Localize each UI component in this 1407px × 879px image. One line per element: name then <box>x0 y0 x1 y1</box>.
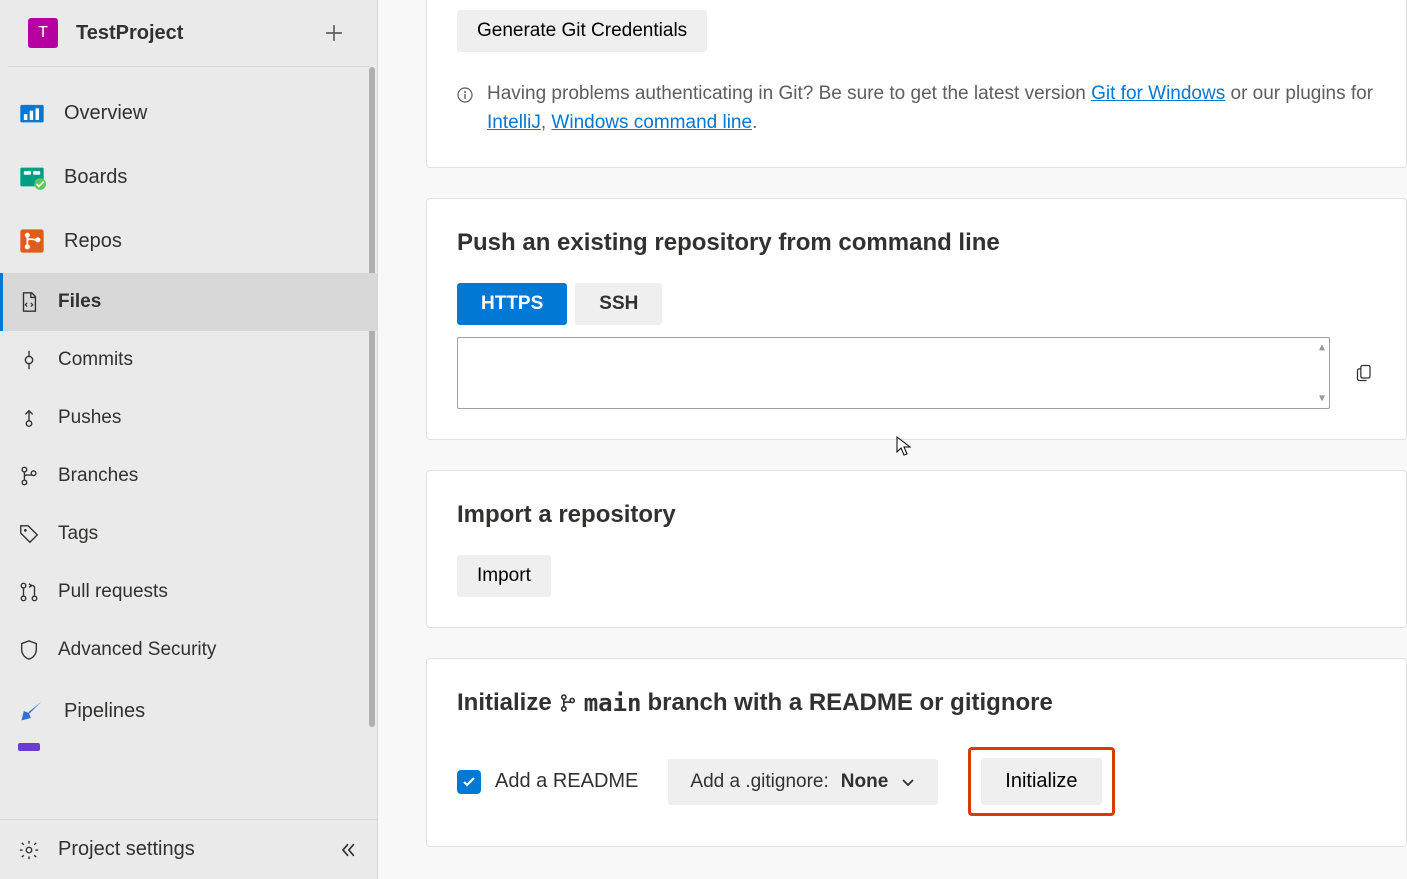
tag-icon <box>18 523 40 545</box>
push-commands-box[interactable]: ▲ ▼ <box>457 337 1330 409</box>
link-windows-cmdline[interactable]: Windows command line <box>551 112 752 133</box>
project-avatar[interactable]: T <box>28 18 58 48</box>
gitignore-dropdown[interactable]: Add a .gitignore: None <box>668 759 938 805</box>
pull-request-icon <box>18 581 40 603</box>
nav-subitem-advanced-security[interactable]: Advanced Security <box>0 621 377 679</box>
gitignore-label: Add a .gitignore: <box>690 771 828 793</box>
initialize-button[interactable]: Initialize <box>981 758 1101 805</box>
nav-subitem-pushes[interactable]: Pushes <box>0 389 377 447</box>
info-prefix: Having problems authenticating in Git? B… <box>487 83 1091 104</box>
chevron-double-left-icon <box>338 840 358 860</box>
scroll-down-arrow[interactable]: ▼ <box>1319 393 1325 404</box>
add-button[interactable] <box>319 18 349 48</box>
branch-icon <box>558 693 578 713</box>
nav-subitem-pull-requests[interactable]: Pull requests <box>0 563 377 621</box>
nav-subitem-files[interactable]: Files <box>0 273 377 331</box>
readme-checkbox[interactable] <box>457 770 481 794</box>
nav-label: Commits <box>58 349 133 371</box>
sidebar-footer: Project settings <box>0 819 377 879</box>
nav-subitem-tags[interactable]: Tags <box>0 505 377 563</box>
nav-label: Files <box>58 291 101 313</box>
pipelines-icon <box>18 697 46 725</box>
branch-icon <box>18 465 40 487</box>
nav-item-overview[interactable]: Overview <box>0 81 377 145</box>
sidebar: T TestProject Overview Boards <box>0 0 378 879</box>
chevron-down-icon <box>900 774 916 790</box>
push-title: Push an existing repository from command… <box>457 229 1376 257</box>
tab-https[interactable]: HTTPS <box>457 283 567 325</box>
tab-ssh[interactable]: SSH <box>575 283 662 325</box>
gear-icon <box>18 839 40 861</box>
code-row: ▲ ▼ <box>457 337 1376 409</box>
nav-item-repos[interactable]: Repos <box>0 209 377 273</box>
file-icon <box>18 291 40 313</box>
nav-label: Overview <box>64 102 147 125</box>
nav-label: Pull requests <box>58 581 168 603</box>
nav-label: Branches <box>58 465 138 487</box>
init-title-prefix: Initialize <box>457 689 552 717</box>
push-card: Push an existing repository from command… <box>426 198 1407 440</box>
info-text: Having problems authenticating in Git? B… <box>487 80 1376 137</box>
generate-credentials-button[interactable]: Generate Git Credentials <box>457 10 707 52</box>
info-icon <box>457 84 473 113</box>
overview-icon <box>18 99 46 127</box>
nav-label: Repos <box>64 230 122 253</box>
collapse-sidebar-button[interactable] <box>337 839 359 861</box>
nav-subitem-branches[interactable]: Branches <box>0 447 377 505</box>
footer-label: Project settings <box>58 838 195 861</box>
project-name[interactable]: TestProject <box>76 22 319 45</box>
credentials-info: Having problems authenticating in Git? B… <box>457 80 1376 137</box>
copy-button[interactable] <box>1354 359 1376 387</box>
nav-scrollbar-thumb[interactable] <box>369 67 375 727</box>
initialize-title: Initialize main branch with a README or … <box>457 689 1376 717</box>
protocol-tabs: HTTPS SSH <box>457 283 1376 325</box>
nav-label: Pushes <box>58 407 121 429</box>
info-mid: or our plugins for <box>1225 83 1373 104</box>
import-button[interactable]: Import <box>457 555 551 597</box>
sidebar-header: T TestProject <box>8 0 369 67</box>
nav-label: Boards <box>64 166 127 189</box>
copy-icon <box>1355 360 1375 386</box>
import-title: Import a repository <box>457 501 1376 529</box>
scroll-up-arrow[interactable]: ▲ <box>1319 342 1325 353</box>
branch-name: main <box>584 689 642 717</box>
main-content: Generate Git Credentials Having problems… <box>378 0 1407 879</box>
boards-icon <box>18 163 46 191</box>
check-icon <box>461 774 477 790</box>
import-card: Import a repository Import <box>426 470 1407 628</box>
nav-item-pipelines[interactable]: Pipelines <box>0 679 377 743</box>
link-git-for-windows[interactable]: Git for Windows <box>1091 83 1225 104</box>
nav-label: Tags <box>58 523 98 545</box>
info-sep: , <box>541 112 552 133</box>
push-icon <box>18 407 40 429</box>
nav-label: Advanced Security <box>58 639 216 661</box>
nav-item-partial[interactable] <box>18 743 40 751</box>
info-end: . <box>752 112 757 133</box>
nav-subitem-commits[interactable]: Commits <box>0 331 377 389</box>
nav-scrollbar[interactable] <box>367 67 377 767</box>
shield-icon <box>18 639 40 661</box>
project-settings-link[interactable]: Project settings <box>0 820 377 879</box>
credentials-card: Generate Git Credentials Having problems… <box>426 0 1407 168</box>
init-title-suffix: branch with a README or gitignore <box>647 689 1052 717</box>
initialize-card: Initialize main branch with a README or … <box>426 658 1407 847</box>
repos-icon <box>18 227 46 255</box>
plus-icon <box>325 24 343 42</box>
nav-item-boards[interactable]: Boards <box>0 145 377 209</box>
gitignore-value: None <box>841 771 889 793</box>
readme-label: Add a README <box>495 770 638 793</box>
nav-list: Overview Boards Repos Files <box>0 67 377 819</box>
readme-checkbox-wrap: Add a README <box>457 770 638 794</box>
init-controls: Add a README Add a .gitignore: None Init… <box>457 747 1376 816</box>
nav-label: Pipelines <box>64 700 145 723</box>
initialize-highlight: Initialize <box>968 747 1114 816</box>
commit-icon <box>18 349 40 371</box>
project-avatar-letter: T <box>38 24 48 42</box>
link-intellij[interactable]: IntelliJ <box>487 112 541 133</box>
